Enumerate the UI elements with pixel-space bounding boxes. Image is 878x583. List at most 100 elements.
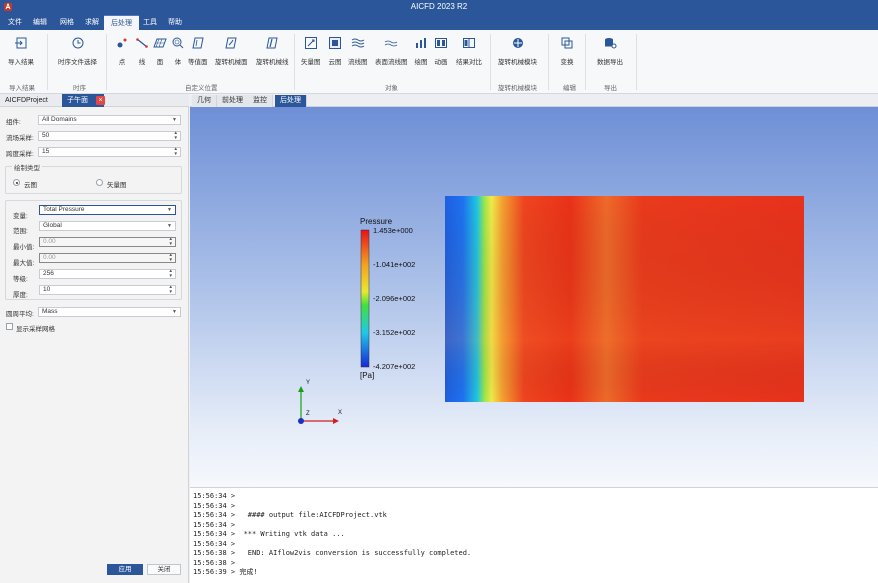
plane-button[interactable]: 面: [153, 36, 167, 66]
variable-select[interactable]: Total Pressure ▼: [39, 205, 176, 215]
chevron-down-icon: ▼: [167, 223, 172, 229]
range-select[interactable]: Global ▼: [39, 221, 176, 231]
tab-geometry[interactable]: 几何: [192, 95, 217, 107]
close-button[interactable]: 关闭: [147, 564, 181, 575]
transform-label: 变换: [560, 59, 574, 66]
axes-triad: [298, 386, 339, 424]
menu-mesh[interactable]: 网格: [54, 15, 80, 30]
menu-solve[interactable]: 求解: [79, 15, 105, 30]
max-label: 最大值:: [13, 260, 35, 267]
span-sampling-spinbox[interactable]: 15 ▲ ▼: [38, 146, 181, 157]
compare-button[interactable]: 结果对比: [456, 36, 482, 66]
chevron-down-icon: ▼: [172, 309, 177, 315]
point-button[interactable]: 点: [115, 36, 129, 66]
turbo-surface-button[interactable]: 旋转机械面: [215, 36, 248, 66]
stream-sampling-spinbox[interactable]: 50 ▲ ▼: [38, 130, 181, 141]
timeseries-file-button[interactable]: 时序文件选择: [58, 36, 97, 66]
surface-streamline-button[interactable]: 表面流线图: [375, 36, 408, 66]
transform-icon: [561, 37, 573, 49]
turbo-module-button[interactable]: 旋转机械模块: [498, 36, 537, 66]
surface-streamline-label: 表面流线图: [375, 59, 408, 66]
show-mesh-checkbox[interactable]: [6, 323, 13, 330]
group-label-custom-location: 自定义位置: [185, 85, 218, 92]
line-button[interactable]: 线: [135, 36, 149, 66]
streamline-button[interactable]: 流线图: [348, 36, 368, 66]
import-result-button[interactable]: 导入结果: [8, 36, 34, 66]
group-label-turbo: 旋转机械模块: [498, 85, 537, 92]
legend-tick: -3.152e+002: [373, 328, 416, 337]
group-label-import: 导入结果: [9, 85, 35, 92]
show-mesh-label: 显示采样网格: [16, 326, 55, 333]
spinner-arrows-icon[interactable]: ▲ ▼: [174, 146, 178, 156]
max-value-spinbox[interactable]: 0.00 ▲ ▼: [39, 252, 176, 263]
chart-button[interactable]: 绘图: [414, 36, 428, 66]
console-line: 15:56:34 > #### output file:AICFDProject…: [193, 511, 387, 519]
menu-postprocess[interactable]: 后处理: [104, 15, 139, 30]
legend-tick: -4.207e+002: [373, 362, 416, 371]
variable-label: 变量:: [13, 213, 28, 220]
circ-avg-select[interactable]: Mass ▼: [38, 307, 181, 317]
apply-button[interactable]: 应用: [107, 564, 143, 575]
close-tab-icon[interactable]: ×: [96, 96, 105, 105]
contour-button[interactable]: 云图: [328, 36, 342, 66]
left-panel: AICFDProject 子午面 × 组件: All Domains ▼ 流场采…: [0, 94, 189, 583]
span-sampling-label: 跨度采样:: [6, 151, 34, 158]
thickness-spinbox[interactable]: 10 ▲ ▼: [39, 284, 176, 295]
min-value-spinbox[interactable]: 0.00 ▲ ▼: [39, 236, 176, 247]
transform-button[interactable]: 变换: [560, 36, 574, 66]
isosurface-button[interactable]: 等值面: [188, 36, 208, 66]
chevron-down-icon: ▼: [172, 117, 177, 123]
thickness-label: 厚度:: [13, 292, 28, 299]
menu-file[interactable]: 文件: [2, 15, 28, 30]
vector-button[interactable]: 矢量图: [301, 36, 321, 66]
vector-icon: [304, 37, 317, 49]
levels-value: 256: [43, 270, 54, 277]
axis-y-label: Y: [306, 380, 311, 386]
animation-button[interactable]: 动画: [434, 36, 448, 66]
spinner-arrows-icon[interactable]: ▲ ▼: [169, 252, 173, 262]
spinner-arrows-icon[interactable]: ▲ ▼: [169, 268, 173, 278]
domain-value: All Domains: [42, 116, 77, 123]
window-title: AICFD 2023 R2: [410, 2, 468, 11]
radio-vector[interactable]: [96, 179, 103, 186]
turbo-surface-icon: [225, 37, 237, 49]
group-label-edit: 编辑: [563, 85, 576, 92]
plot-type-title: 绘制类型: [12, 162, 42, 172]
title-bar: AICFD 2023 R2: [0, 0, 878, 15]
spinner-arrows-icon[interactable]: ▲ ▼: [169, 236, 173, 246]
tab-monitor[interactable]: 监控: [248, 95, 273, 107]
menu-tools[interactable]: 工具: [137, 15, 163, 30]
left-panel-tabs: AICFDProject 子午面 ×: [0, 94, 189, 107]
menu-help[interactable]: 帮助: [162, 15, 188, 30]
plane-label: 面: [156, 59, 164, 66]
data-export-label: 数据导出: [597, 59, 623, 66]
tab-postprocess[interactable]: 后处理: [275, 95, 307, 107]
domain-select[interactable]: All Domains ▼: [38, 115, 181, 125]
console-line: 15:56:34 > *** Writing vtk data ...: [193, 530, 345, 538]
radio-contour[interactable]: [13, 179, 20, 186]
contour-settings-group: 变量: Total Pressure ▼ 范围: Global ▼ 最小值: 0…: [5, 200, 182, 300]
output-console[interactable]: 15:56:34 > 15:56:34 > 15:56:34 > #### ou…: [190, 487, 878, 583]
ribbon-toolbar: 导入结果 时序文件选择 点 线 面 体 等值面 旋转机械面 旋转机械线 矢量图 …: [0, 30, 878, 94]
tab-project[interactable]: AICFDProject: [0, 94, 53, 107]
menu-bar: 文件 编辑 网格 求解 后处理 工具 帮助: [0, 15, 878, 30]
turbo-line-button[interactable]: 旋转机械线: [256, 36, 289, 66]
legend-tick: -2.096e+002: [373, 294, 416, 303]
point-label: 点: [118, 59, 126, 66]
levels-spinbox[interactable]: 256 ▲ ▼: [39, 268, 176, 279]
viewport-canvas: [298, 196, 804, 424]
isosurface-label: 等值面: [188, 59, 208, 66]
menu-edit[interactable]: 编辑: [27, 15, 53, 30]
radio-contour-label: 云图: [24, 182, 37, 189]
3d-viewport[interactable]: Pressure 1.453e+000 -1.041e+002 -2.096e+…: [190, 107, 878, 487]
turbo-surface-label: 旋转机械面: [215, 59, 248, 66]
compare-label: 结果对比: [456, 59, 482, 66]
tab-preprocess[interactable]: 前处理: [217, 95, 249, 107]
spinner-arrows-icon[interactable]: ▲ ▼: [174, 130, 178, 140]
data-export-button[interactable]: 数据导出: [597, 36, 623, 66]
group-label-export: 导出: [604, 85, 617, 92]
data-export-icon: [605, 38, 617, 49]
ribbon-separator: [548, 34, 549, 90]
volume-button[interactable]: 体: [171, 36, 185, 66]
spinner-arrows-icon[interactable]: ▲ ▼: [169, 284, 173, 294]
